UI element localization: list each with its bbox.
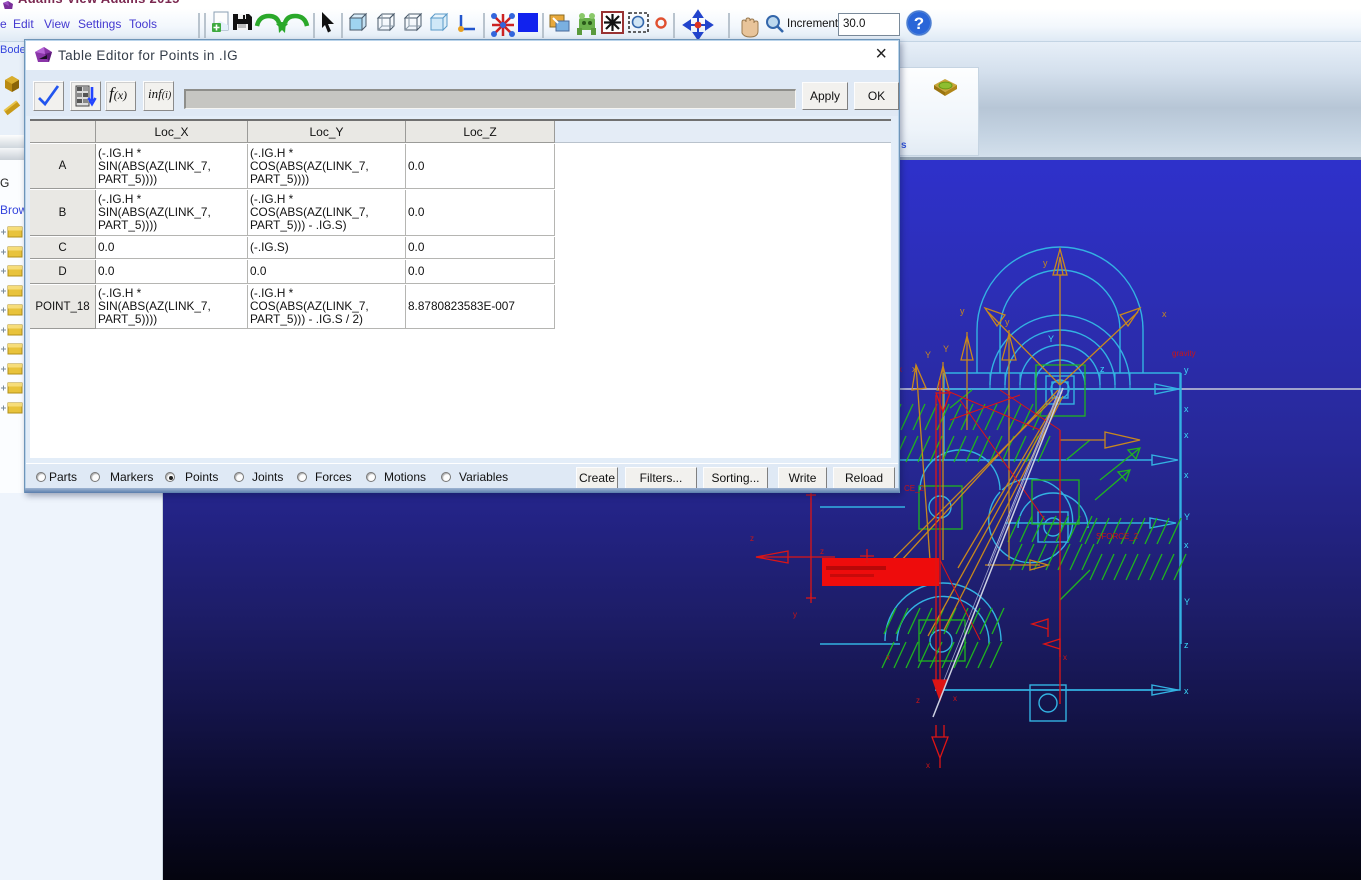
svg-text:x: x (912, 364, 917, 374)
svg-text:z: z (916, 696, 920, 705)
svg-text:y: y (1184, 365, 1189, 375)
svg-text:gravity: gravity (1172, 349, 1196, 358)
svg-text:z: z (1184, 640, 1189, 650)
svg-text:?: ? (914, 14, 924, 33)
svg-text:SFORCE_2: SFORCE_2 (1096, 532, 1139, 541)
svg-text:y: y (1043, 258, 1048, 268)
svg-text:Y: Y (1048, 334, 1054, 344)
svg-text:Y: Y (943, 344, 949, 354)
svg-text:y: y (1005, 317, 1010, 327)
svg-text:Y: Y (925, 350, 931, 360)
svg-text:x: x (1184, 404, 1189, 414)
svg-text:z: z (750, 534, 754, 543)
svg-text:y: y (793, 610, 797, 619)
svg-text:z: z (1100, 364, 1105, 374)
svg-text:x: x (1162, 309, 1167, 319)
svg-text:x: x (1184, 540, 1189, 550)
svg-text:CE_2: CE_2 (904, 484, 925, 493)
svg-text:x: x (1184, 470, 1189, 480)
svg-text:x: x (1184, 686, 1189, 696)
svg-text:Y: Y (1184, 512, 1190, 522)
svg-text:x: x (926, 761, 930, 770)
svg-text:z: z (820, 547, 824, 556)
svg-text:x: x (1184, 430, 1189, 440)
svg-text:x: x (1063, 653, 1067, 662)
svg-text:x: x (886, 653, 890, 662)
svg-text:x: x (953, 694, 957, 703)
svg-text:Y: Y (1184, 597, 1190, 607)
svg-text:y: y (960, 306, 965, 316)
